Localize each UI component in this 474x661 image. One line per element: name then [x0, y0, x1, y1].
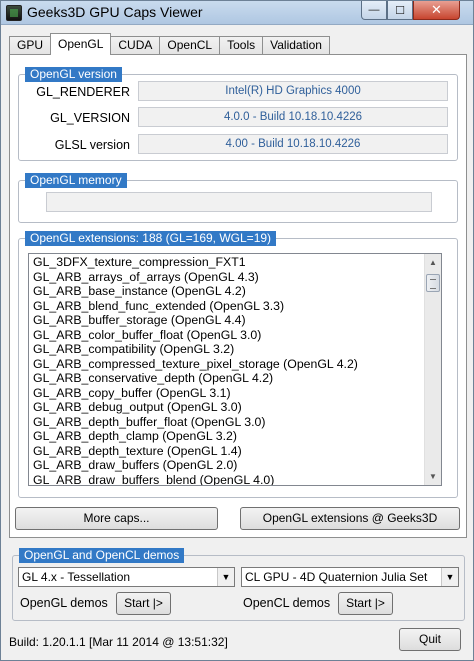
tab-gpu[interactable]: GPU	[9, 36, 52, 55]
list-item[interactable]: GL_ARB_base_instance (OpenGL 4.2)	[33, 284, 423, 299]
chevron-down-icon[interactable]: ▼	[217, 568, 234, 586]
opencl-demos-label: OpenCL demos	[243, 596, 331, 610]
gl-renderer-value: Intel(R) HD Graphics 4000	[138, 81, 448, 101]
maximize-button[interactable]: ☐	[387, 1, 413, 20]
build-info: Build: 1.20.1.1 [Mar 11 2014 @ 13:51:32]	[9, 635, 228, 649]
list-item[interactable]: GL_ARB_buffer_storage (OpenGL 4.4)	[33, 313, 423, 328]
opengl-extensions-geeks3d-button[interactable]: OpenGL extensions @ Geeks3D	[240, 507, 460, 530]
extensions-items: GL_3DFX_texture_compression_FXT1 GL_ARB_…	[33, 255, 423, 486]
list-item[interactable]: GL_ARB_color_buffer_float (OpenGL 3.0)	[33, 328, 423, 343]
title-bar[interactable]: Geeks3D GPU Caps Viewer — ☐ ✕	[1, 1, 473, 25]
list-item[interactable]: GL_ARB_compressed_texture_pixel_storage …	[33, 357, 423, 372]
list-item[interactable]: GL_ARB_depth_clamp (OpenGL 3.2)	[33, 429, 423, 444]
list-item[interactable]: GL_ARB_copy_buffer (OpenGL 3.1)	[33, 386, 423, 401]
opengl-demo-selected: GL 4.x - Tessellation	[22, 570, 131, 584]
demos-title: OpenGL and OpenCL demos	[19, 548, 185, 563]
scroll-down-icon[interactable]: ▼	[425, 468, 441, 485]
tab-validation[interactable]: Validation	[262, 36, 330, 55]
opengl-memory-value	[46, 192, 432, 212]
list-item[interactable]: GL_ARB_draw_buffers (OpenGL 2.0)	[33, 458, 423, 473]
tab-cuda[interactable]: CUDA	[110, 36, 161, 55]
gl-version-label: GL_VERSION	[50, 111, 130, 125]
scroll-thumb[interactable]	[426, 274, 440, 292]
opengl-start-button[interactable]: Start |>	[116, 592, 171, 615]
opengl-demo-select[interactable]: GL 4.x - Tessellation ▼	[18, 567, 235, 587]
tab-opengl[interactable]: OpenGL	[50, 33, 112, 55]
list-item[interactable]: GL_ARB_arrays_of_arrays (OpenGL 4.3)	[33, 270, 423, 285]
app-window: Geeks3D GPU Caps Viewer — ☐ ✕ GPU OpenGL…	[0, 0, 474, 661]
scroll-up-icon[interactable]: ▲	[425, 254, 441, 271]
opencl-demo-select[interactable]: CL GPU - 4D Quaternion Julia Set ▼	[241, 567, 459, 587]
opengl-version-title: OpenGL version	[25, 67, 122, 82]
more-caps-button[interactable]: More caps...	[15, 507, 218, 530]
chevron-down-icon[interactable]: ▼	[441, 568, 458, 586]
gl-version-value: 4.0.0 - Build 10.18.10.4226	[138, 107, 448, 127]
opengl-memory-title: OpenGL memory	[25, 173, 127, 188]
tab-bar: GPU OpenGL CUDA OpenCL Tools Validation	[9, 33, 330, 55]
minimize-button[interactable]: —	[361, 1, 387, 20]
glsl-version-label: GLSL version	[54, 138, 130, 152]
gl-renderer-label: GL_RENDERER	[36, 85, 130, 99]
close-button[interactable]: ✕	[413, 1, 460, 20]
opencl-demo-selected: CL GPU - 4D Quaternion Julia Set	[245, 570, 428, 584]
list-item[interactable]: GL_ARB_compatibility (OpenGL 3.2)	[33, 342, 423, 357]
app-icon	[6, 5, 22, 21]
quit-button[interactable]: Quit	[399, 628, 461, 651]
list-item[interactable]: GL_ARB_debug_output (OpenGL 3.0)	[33, 400, 423, 415]
opengl-demos-label: OpenGL demos	[20, 596, 108, 610]
opencl-start-button[interactable]: Start |>	[338, 592, 393, 615]
list-item[interactable]: GL_ARB_depth_buffer_float (OpenGL 3.0)	[33, 415, 423, 430]
tab-tools[interactable]: Tools	[219, 36, 264, 55]
list-item[interactable]: GL_ARB_depth_texture (OpenGL 1.4)	[33, 444, 423, 459]
list-item[interactable]: GL_3DFX_texture_compression_FXT1	[33, 255, 423, 270]
tab-opencl[interactable]: OpenCL	[159, 36, 221, 55]
list-item[interactable]: GL_ARB_conservative_depth (OpenGL 4.2)	[33, 371, 423, 386]
list-item[interactable]: GL_ARB_blend_func_extended (OpenGL 3.3)	[33, 299, 423, 314]
extensions-scrollbar[interactable]: ▲ ▼	[424, 254, 441, 485]
glsl-version-value: 4.00 - Build 10.18.10.4226	[138, 134, 448, 154]
window-title: Geeks3D GPU Caps Viewer	[27, 4, 203, 20]
demos-group: OpenGL and OpenCL demos	[12, 548, 465, 621]
extensions-title: OpenGL extensions: 188 (GL=169, WGL=19)	[25, 231, 277, 246]
list-item[interactable]: GL_ARB_draw_buffers_blend (OpenGL 4.0)	[33, 473, 423, 486]
extensions-list[interactable]: GL_3DFX_texture_compression_FXT1 GL_ARB_…	[28, 253, 442, 486]
